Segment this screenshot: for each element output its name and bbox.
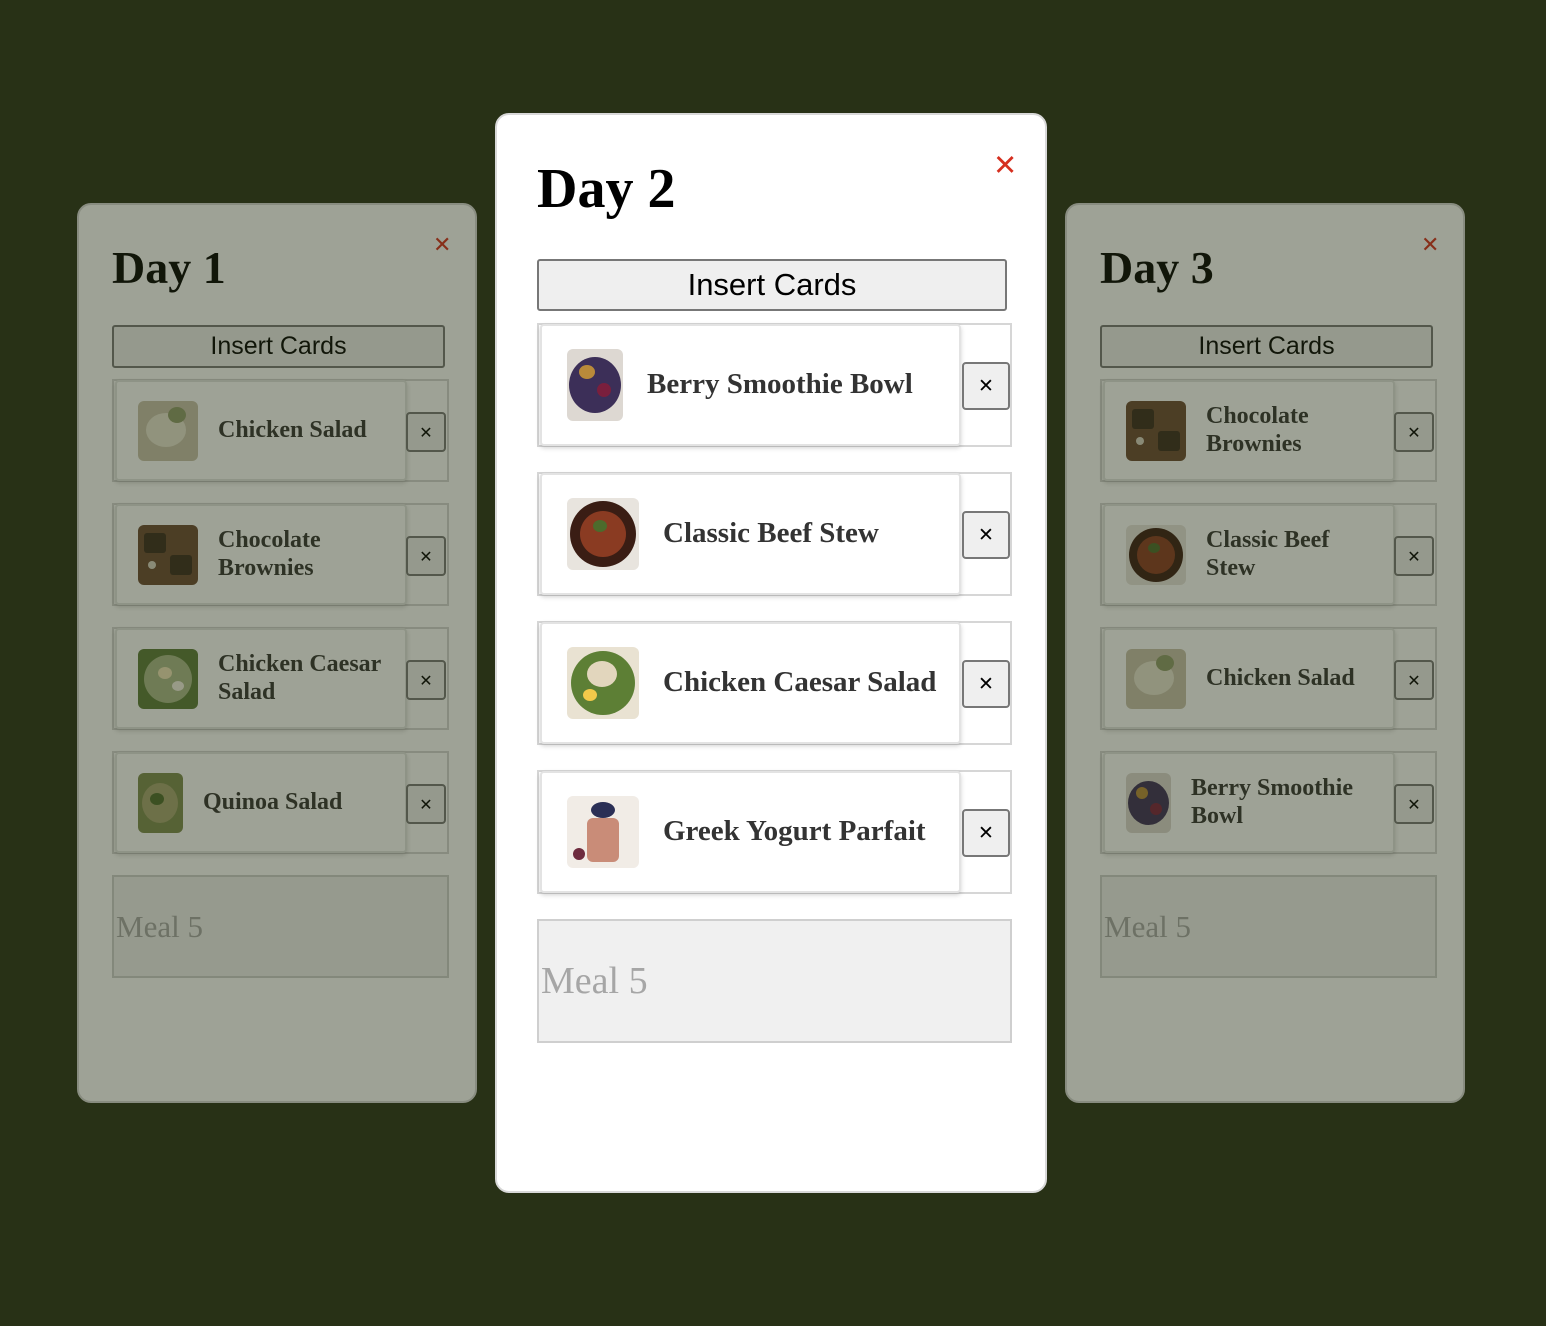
remove-meal-button[interactable]: ✕: [1394, 660, 1434, 700]
meal-thumbnail: [1126, 648, 1186, 709]
insert-cards-button[interactable]: Insert Cards: [1100, 325, 1433, 368]
meal-slot-1: Berry Smoothie Bowl ✕: [537, 323, 1012, 447]
meal-card[interactable]: Berry Smoothie Bowl: [1103, 752, 1395, 853]
meal-name: Chocolate Brownies: [1206, 402, 1309, 457]
close-day-icon[interactable]: ✕: [1421, 235, 1439, 257]
meal-slot-2: Chocolate Brownies ✕: [112, 503, 449, 606]
remove-meal-button[interactable]: ✕: [962, 362, 1010, 410]
remove-meal-button[interactable]: ✕: [406, 536, 446, 576]
day-title: Day 2: [537, 158, 676, 220]
meal-slot-1: Chicken Salad ✕: [112, 379, 449, 482]
meal-slot-4: Berry Smoothie Bowl ✕: [1100, 751, 1437, 854]
meal-thumbnail: [138, 648, 198, 709]
meal-placeholder: Meal 5: [116, 908, 203, 944]
day-column-2: ✕ Day 2 Insert Cards Berry Smoothie Bowl…: [495, 113, 1047, 1193]
empty-meal-slot[interactable]: Meal 5: [537, 919, 1012, 1043]
meal-slot-1: Chocolate Brownies ✕: [1100, 379, 1437, 482]
meal-slot-3: Chicken Caesar Salad ✕: [112, 627, 449, 730]
day-column-1: ✕ Day 1 Insert Cards Chicken Salad ✕ Cho…: [77, 203, 477, 1103]
meal-thumbnail: [567, 647, 639, 719]
meal-name: Chicken Caesar Salad: [218, 650, 381, 705]
remove-meal-button[interactable]: ✕: [1394, 536, 1434, 576]
meal-card[interactable]: Chocolate Brownies: [115, 504, 407, 605]
meal-placeholder: Meal 5: [1104, 908, 1191, 944]
insert-cards-button[interactable]: Insert Cards: [112, 325, 445, 368]
meal-card[interactable]: Chicken Caesar Salad: [540, 622, 961, 744]
meal-card[interactable]: Chicken Caesar Salad: [115, 628, 407, 729]
meal-thumbnail: [567, 498, 639, 570]
meal-card[interactable]: Berry Smoothie Bowl: [540, 324, 961, 446]
meal-name: Berry Smoothie Bowl: [647, 368, 913, 401]
meal-thumbnail: [138, 772, 183, 833]
meal-thumbnail: [1126, 772, 1171, 833]
meal-name: Chicken Salad: [1206, 664, 1355, 691]
insert-cards-button[interactable]: Insert Cards: [537, 259, 1007, 311]
meal-slot-4: Greek Yogurt Parfait ✕: [537, 770, 1012, 894]
close-day-icon[interactable]: ✕: [993, 151, 1017, 180]
day-title: Day 3: [1100, 242, 1214, 293]
remove-meal-button[interactable]: ✕: [1394, 412, 1434, 452]
meal-card[interactable]: Chicken Salad: [115, 380, 407, 481]
meal-slot-3: Chicken Caesar Salad ✕: [537, 621, 1012, 745]
meal-name: Chicken Caesar Salad: [663, 666, 937, 699]
empty-meal-slot[interactable]: Meal 5: [112, 875, 449, 978]
meal-name: Classic Beef Stew: [663, 517, 879, 550]
empty-meal-slot[interactable]: Meal 5: [1100, 875, 1437, 978]
meal-name: Quinoa Salad: [203, 788, 343, 815]
meal-thumbnail: [138, 524, 198, 585]
meal-slot-3: Chicken Salad ✕: [1100, 627, 1437, 730]
meal-placeholder: Meal 5: [541, 960, 648, 1002]
meal-thumbnail: [567, 796, 639, 868]
remove-meal-button[interactable]: ✕: [1394, 784, 1434, 824]
meal-name: Chicken Salad: [218, 416, 367, 443]
meal-thumbnail: [1126, 400, 1186, 461]
meal-card[interactable]: Classic Beef Stew: [540, 473, 961, 595]
remove-meal-button[interactable]: ✕: [962, 660, 1010, 708]
meal-slot-2: Classic Beef Stew ✕: [1100, 503, 1437, 606]
meal-card[interactable]: Quinoa Salad: [115, 752, 407, 853]
meal-card[interactable]: Classic Beef Stew: [1103, 504, 1395, 605]
remove-meal-button[interactable]: ✕: [406, 660, 446, 700]
remove-meal-button[interactable]: ✕: [962, 511, 1010, 559]
close-day-icon[interactable]: ✕: [433, 235, 451, 257]
meal-name: Greek Yogurt Parfait: [663, 815, 926, 848]
meal-name: Chocolate Brownies: [218, 526, 321, 581]
meal-thumbnail: [138, 400, 198, 461]
meal-thumbnail: [1126, 524, 1186, 585]
day-column-3: ✕ Day 3 Insert Cards Chocolate Brownies …: [1065, 203, 1465, 1103]
remove-meal-button[interactable]: ✕: [406, 412, 446, 452]
remove-meal-button[interactable]: ✕: [962, 809, 1010, 857]
meal-card[interactable]: Chocolate Brownies: [1103, 380, 1395, 481]
day-title: Day 1: [112, 242, 226, 293]
meal-card[interactable]: Chicken Salad: [1103, 628, 1395, 729]
meal-name: Classic Beef Stew: [1206, 526, 1330, 581]
meal-card[interactable]: Greek Yogurt Parfait: [540, 771, 961, 893]
remove-meal-button[interactable]: ✕: [406, 784, 446, 824]
meal-slot-2: Classic Beef Stew ✕: [537, 472, 1012, 596]
meal-name: Berry Smoothie Bowl: [1191, 774, 1353, 829]
meal-thumbnail: [567, 349, 623, 421]
meal-slot-4: Quinoa Salad ✕: [112, 751, 449, 854]
